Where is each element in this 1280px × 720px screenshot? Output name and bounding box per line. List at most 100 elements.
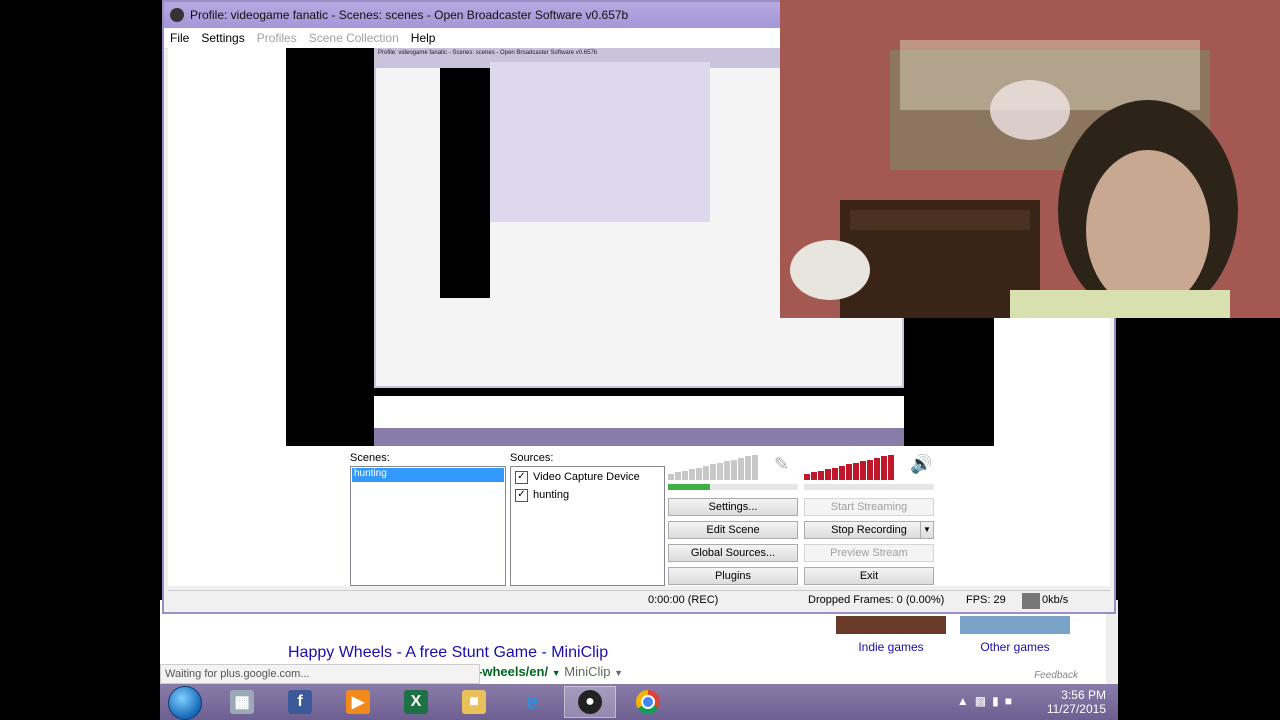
webcam-image: [780, 0, 1280, 318]
dropdown-arrow-icon[interactable]: ▼: [552, 668, 561, 678]
edit-scene-button[interactable]: Edit Scene: [668, 521, 798, 539]
start-button[interactable]: [168, 686, 202, 720]
stop-recording-button[interactable]: Stop Recording ▼: [804, 521, 934, 539]
bitrate-readout: 0kb/s: [1042, 594, 1069, 606]
obs-logo-icon: [170, 8, 184, 22]
recording-time: 0:00:00 (REC): [648, 594, 719, 606]
meter-bar: [696, 467, 702, 480]
microphone-icon[interactable]: ✎: [774, 454, 789, 475]
taskbar-excel[interactable]: X: [390, 686, 442, 718]
nested-taskbar: [374, 428, 904, 446]
microphone-level-bar: [668, 484, 798, 490]
indie-games-label: Indie games: [858, 640, 924, 654]
meter-bar: [804, 474, 810, 480]
dropped-frames: Dropped Frames: 0 (0.00%): [808, 594, 945, 606]
menu-settings[interactable]: Settings: [195, 31, 250, 45]
status-bar: 0:00:00 (REC) Dropped Frames: 0 (0.00%) …: [168, 590, 1110, 611]
scenes-list[interactable]: hunting: [350, 466, 506, 586]
meter-bar: [745, 456, 751, 480]
volume-icon[interactable]: ■: [1005, 694, 1018, 708]
dropdown-arrow-icon[interactable]: ▼: [920, 522, 933, 538]
preview-stream-button[interactable]: Preview Stream: [804, 544, 934, 562]
search-result-url[interactable]: -wheels/en/ ▼ MiniClip ▼: [478, 664, 623, 679]
bitrate-indicator: [1022, 593, 1040, 609]
taskbar-calculator[interactable]: ▦: [216, 686, 268, 718]
other-games-label: Other games: [980, 640, 1050, 654]
plugins-button[interactable]: Plugins: [668, 567, 798, 585]
meter-bar: [846, 464, 852, 480]
indie-games-card[interactable]: Indie games: [836, 616, 946, 654]
feedback-link[interactable]: Feedback: [1034, 670, 1078, 681]
source-checkbox[interactable]: ✓: [515, 470, 528, 484]
taskbar-file-explorer[interactable]: ■: [448, 686, 500, 718]
menu-scene-collection[interactable]: Scene Collection: [303, 31, 405, 45]
source-checkbox[interactable]: ✓: [515, 488, 528, 502]
meter-bar: [825, 469, 831, 480]
meter-bar: [811, 472, 817, 480]
indie-games-thumbnail: [836, 616, 946, 634]
scenes-label: Scenes:: [350, 452, 390, 464]
meter-bar: [888, 454, 894, 480]
desktop-level-bar: [804, 484, 934, 490]
taskbar-facebook[interactable]: f: [274, 686, 326, 718]
meter-bar: [731, 459, 737, 480]
chrome-icon: [636, 690, 660, 714]
meter-bar: [881, 456, 887, 480]
meter-bar: [832, 467, 838, 480]
source-item[interactable]: ✓ Video Capture Device: [515, 469, 660, 485]
search-result-title[interactable]: Happy Wheels - A free Stunt Game - MiniC…: [288, 644, 608, 662]
taskbar-media-player[interactable]: ▶: [332, 686, 384, 718]
browser-status-text: Waiting for plus.google.com...: [160, 664, 480, 684]
file-explorer-icon: ■: [462, 690, 486, 714]
facebook-icon: f: [288, 690, 312, 714]
obs-icon: ●: [578, 690, 602, 714]
internet-explorer-icon: e: [525, 689, 539, 714]
sources-label: Sources:: [510, 452, 554, 464]
taskbar-internet-explorer[interactable]: e: [506, 686, 558, 718]
menu-file[interactable]: File: [164, 31, 195, 45]
meter-bar: [724, 461, 730, 480]
source-item[interactable]: ✓ hunting: [515, 487, 660, 503]
meter-bar: [710, 464, 716, 480]
meter-bar: [668, 474, 674, 480]
nested-preview-image: [490, 62, 710, 222]
clock[interactable]: 3:56 PM 11/27/2015: [1047, 688, 1106, 716]
excel-icon: X: [404, 690, 428, 714]
taskbar-obs[interactable]: ●: [564, 686, 616, 718]
meter-bar: [867, 459, 873, 480]
clock-date: 11/27/2015: [1046, 702, 1106, 716]
signal-icon[interactable]: ▮: [992, 694, 1005, 708]
show-hidden-icons-icon[interactable]: ▲: [957, 694, 975, 708]
system-tray[interactable]: ▲▩▮■: [957, 694, 1018, 708]
other-games-card[interactable]: Other games: [960, 616, 1070, 654]
search-result-url-path: -wheels/en/: [478, 664, 549, 679]
meter-bar: [853, 462, 859, 480]
scene-item-hunting[interactable]: hunting: [352, 468, 504, 482]
settings-button[interactable]: Settings...: [668, 498, 798, 516]
meter-bar: [689, 469, 695, 480]
dropdown-arrow-icon[interactable]: ▼: [614, 668, 623, 678]
media-player-icon: ▶: [346, 690, 370, 714]
other-games-thumbnail: [960, 616, 1070, 634]
meter-bar: [874, 458, 880, 480]
menu-help[interactable]: Help: [405, 31, 442, 45]
global-sources-button[interactable]: Global Sources...: [668, 544, 798, 562]
stop-recording-label: Stop Recording: [831, 524, 907, 536]
clock-time: 3:56 PM: [1061, 688, 1106, 702]
speaker-icon[interactable]: 🔊: [910, 454, 932, 475]
network-icon[interactable]: ▩: [975, 694, 992, 708]
window-title: Profile: videogame fanatic - Scenes: sce…: [190, 8, 629, 22]
microphone-volume-meter[interactable]: [668, 454, 758, 480]
menu-profiles[interactable]: Profiles: [251, 31, 303, 45]
start-streaming-button[interactable]: Start Streaming: [804, 498, 934, 516]
nested-title-text: Profile: videogame fanatic - Scenes: sce…: [378, 50, 598, 56]
meter-bar: [717, 462, 723, 480]
search-result-site: MiniClip: [564, 664, 611, 679]
taskbar-chrome[interactable]: [622, 686, 674, 718]
source-label: Video Capture Device: [533, 471, 640, 483]
desktop-volume-meter[interactable]: [804, 454, 894, 480]
sources-list[interactable]: ✓ Video Capture Device ✓ hunting: [510, 466, 665, 586]
exit-button[interactable]: Exit: [804, 567, 934, 585]
meter-bar: [839, 466, 845, 480]
meter-bar: [752, 454, 758, 480]
